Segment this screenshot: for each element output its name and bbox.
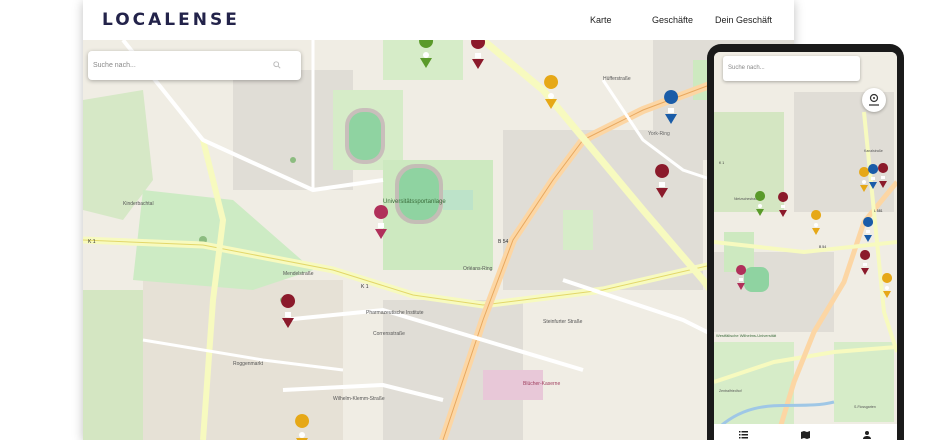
map-label-mendel: Mendelstraße — [283, 271, 314, 277]
logo[interactable]: LOCALENSE — [102, 10, 240, 30]
location-pin-icon — [869, 93, 879, 106]
desktop-window: LOCALENSE Karte Geschäfte Dein Geschäft — [83, 0, 794, 440]
mobile-search-input[interactable]: Suche nach... — [728, 65, 765, 71]
map-label-steinfurter: Steinfurter Straße — [543, 319, 583, 325]
map-label-kinderbachtal: Kinderbachtal — [123, 201, 154, 207]
mobile-device: Nietzschestraße K 1 B 54 L 581 Kanalstra… — [707, 44, 904, 440]
mobile-bottom-nav — [714, 424, 897, 440]
search-icon[interactable] — [273, 61, 281, 69]
map-label-huefferstr: Hüfferstraße — [603, 76, 631, 82]
screenshot-stage: LOCALENSE Karte Geschäfte Dein Geschäft — [0, 0, 952, 440]
map-icon[interactable] — [801, 431, 810, 439]
list-icon[interactable] — [739, 431, 748, 439]
map-label-corrensstr: Corrensstraße — [373, 331, 405, 337]
map-label-k1: K 1 — [88, 239, 96, 245]
map-view[interactable]: Universitätssportanlage Pharmazeutische … — [83, 40, 794, 440]
map-label-orleans: Orléans-Ring — [463, 266, 493, 272]
mobile-map-label: S-Flossgarten — [854, 405, 876, 409]
map-label-stadium: Universitätssportanlage — [383, 199, 446, 205]
header: LOCALENSE Karte Geschäfte Dein Geschäft — [83, 0, 794, 40]
map-label-roggenmarkt: Roggenmarkt — [233, 361, 264, 367]
search-bar[interactable]: Suche nach... — [88, 51, 301, 80]
mobile-map-label: B 54 — [819, 245, 826, 249]
mobile-map-label: K 1 — [719, 161, 724, 165]
mobile-map-label: L 581 — [874, 209, 883, 213]
mobile-screen: Nietzschestraße K 1 B 54 L 581 Kanalstra… — [714, 52, 897, 440]
map-label-pharm: Pharmazeutische Institute — [366, 310, 424, 316]
map-label-wilhelmklemm: Wilhelm-Klemm-Straße — [333, 396, 385, 402]
nav-karte[interactable]: Karte — [590, 15, 612, 25]
mobile-search-bar[interactable]: Suche nach... — [723, 56, 860, 81]
mobile-map-label: Westfälische Wilhelms-Universität — [716, 333, 777, 338]
locate-button[interactable] — [862, 88, 886, 112]
map-label-york: York-Ring — [648, 131, 670, 137]
mobile-map-label: Kanalstraße — [864, 149, 883, 153]
mobile-map-label: Zentralfriedhof — [719, 389, 742, 393]
search-input[interactable]: Suche nach... — [93, 62, 136, 69]
map-label-k1b: K 1 — [361, 284, 369, 290]
nav-dein-geschaeft[interactable]: Dein Geschäft — [715, 15, 772, 25]
map-label-kaserne: Blücher-Kaserne — [523, 381, 560, 387]
nav-geschaefte[interactable]: Geschäfte — [652, 15, 693, 25]
map-label-b54: B 54 — [498, 239, 509, 245]
user-icon[interactable] — [863, 431, 871, 439]
